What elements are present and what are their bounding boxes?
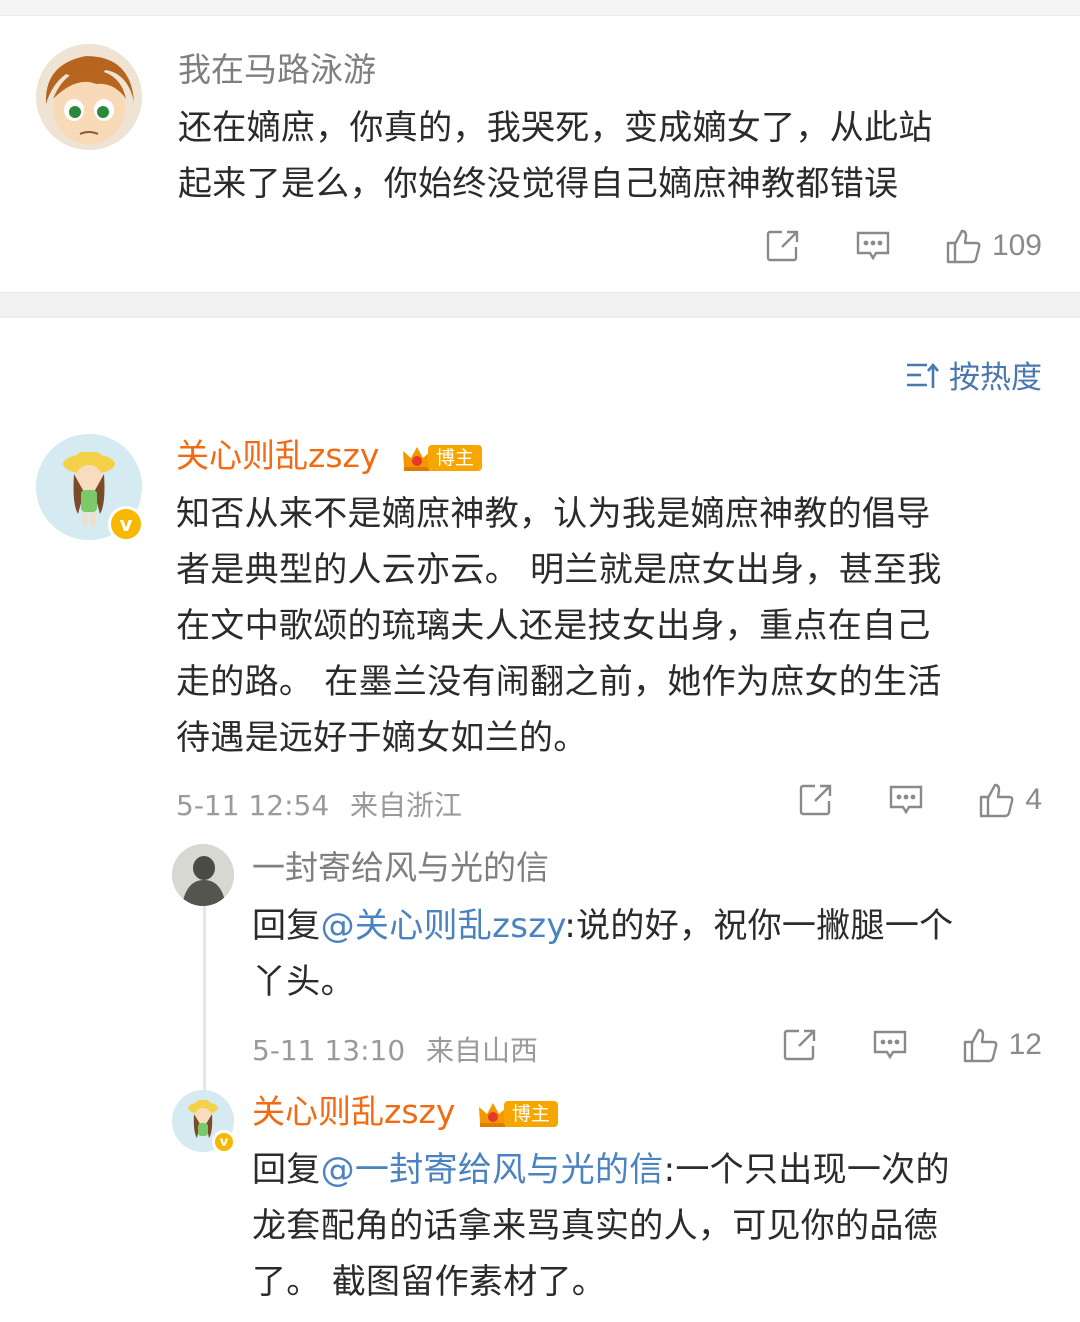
reply-time: 5-11 13:10 [252, 1034, 406, 1067]
reply-location: 来自山西 [426, 1034, 539, 1067]
repost-button[interactable] [764, 227, 802, 265]
thumbs-up-icon [980, 783, 1014, 818]
like-count: 12 [1008, 1028, 1042, 1061]
comment-username[interactable]: 我在马路泳游 [178, 48, 376, 92]
reply-prefix: 回复 [252, 1150, 321, 1190]
reply-avatar[interactable] [172, 844, 234, 906]
repost-icon [800, 784, 832, 816]
comment-text-line: 知否从来不是嫡庶神教，认为我是嫡庶神教的倡导 [176, 494, 931, 534]
top-divider [0, 0, 1080, 16]
comment-actions: 109 [712, 226, 1042, 266]
badge-label: 博主 [427, 444, 482, 471]
thumbs-up-icon [946, 229, 981, 264]
verified-icon: v [212, 1130, 236, 1154]
repost-button[interactable] [797, 781, 835, 819]
user-avatar[interactable] [36, 44, 142, 150]
reply-text-line: 回复@一封寄给风与光的信:一个只出现一次的 [252, 1142, 1052, 1198]
sort-label: 按热度 [949, 360, 1042, 396]
like-button[interactable]: 4 [977, 780, 1042, 820]
comment-meta: 5-11 12:54 来自浙江 [176, 784, 462, 824]
author-username-row: 关心则乱zszy 博主 [176, 434, 482, 478]
comment-text-line: 还在嫡庶，你真的，我哭死，变成嫡女了，从此站 [178, 108, 933, 148]
comment-time: 5-11 12:54 [176, 789, 330, 822]
comment-icon [856, 231, 890, 261]
reply-body: :说的好，祝你一撇腿一个 [564, 906, 954, 946]
reply-body: :一个只出现一次的 [663, 1150, 950, 1190]
comment-location: 来自浙江 [350, 789, 463, 822]
reply-text: 回复@关心则乱zszy:说的好，祝你一撇腿一个 丫头。 [252, 898, 1052, 1010]
repost-button[interactable] [781, 1026, 819, 1064]
reply-text-line: 了。 截图留作素材了。 [252, 1262, 607, 1302]
thumbs-up-icon [963, 1028, 998, 1063]
badge-label: 博主 [503, 1100, 558, 1127]
comment-text-line: 待遇是远好于嫡女如兰的。 [176, 718, 588, 758]
like-count: 4 [1025, 783, 1042, 816]
blogger-badge: 博主 [400, 443, 482, 473]
mention-link[interactable]: @关心则乱zszy [321, 906, 565, 946]
section-divider [0, 292, 1080, 318]
sort-toggle[interactable]: 按热度 [905, 352, 1042, 397]
like-button[interactable]: 109 [944, 226, 1042, 266]
reply-text-line: 龙套配角的话拿来骂真实的人，可见你的品德 [252, 1206, 938, 1246]
reply-username[interactable]: 关心则乱zszy [252, 1092, 455, 1131]
reply-username-row: 关心则乱zszy 博主 [252, 1090, 558, 1134]
reply-meta: 5-11 13:10 来自山西 [252, 1029, 538, 1069]
like-count: 109 [991, 229, 1042, 262]
repost-icon [766, 230, 799, 262]
repost-icon [783, 1029, 815, 1061]
blogger-badge: 博主 [476, 1099, 558, 1129]
thread-line [203, 905, 206, 1090]
reply-username[interactable]: 一封寄给风与光的信 [252, 846, 549, 890]
mention-link[interactable]: @一封寄给风与光的信 [321, 1150, 664, 1190]
comment-text-line: 起来了是么，你始终没觉得自己嫡庶神教都错误 [178, 164, 899, 204]
comment-text: 还在嫡庶，你真的，我哭死，变成嫡女了，从此站 起来了是么，你始终没觉得自己嫡庶神… [178, 100, 1058, 212]
comment-page: { "comment1": { "username": "我在马路泳游", "t… [0, 0, 1080, 1322]
comment-button[interactable] [871, 1026, 909, 1064]
comment-button[interactable] [854, 227, 892, 265]
reply-text-line: 丫头。 [252, 962, 355, 1002]
like-button[interactable]: 12 [961, 1025, 1042, 1065]
comment-text-line: 者是典型的人云亦云。 明兰就是庶女出身，甚至我 [176, 550, 942, 590]
comment-button[interactable] [887, 781, 925, 819]
reply-actions: 12 [729, 1025, 1042, 1065]
comment-icon [890, 785, 923, 815]
sort-icon [907, 362, 939, 388]
comment-actions: 4 [745, 780, 1042, 820]
reply-prefix: 回复 [252, 906, 321, 946]
reply-text: 回复@一封寄给风与光的信:一个只出现一次的 龙套配角的话拿来骂真实的人，可见你的… [252, 1142, 1052, 1310]
verified-icon: v [108, 506, 144, 542]
comment-icon [873, 1030, 906, 1060]
comment-text: 知否从来不是嫡庶神教，认为我是嫡庶神教的倡导 者是典型的人云亦云。 明兰就是庶女… [176, 486, 1056, 766]
author-username[interactable]: 关心则乱zszy [176, 436, 379, 475]
reply-text-line: 回复@关心则乱zszy:说的好，祝你一撇腿一个 [252, 898, 1052, 954]
comment-text-line: 在文中歌颂的琉璃夫人还是技女出身，重点在自己 [176, 606, 931, 646]
comment-text-line: 走的路。 在墨兰没有闹翻之前，她作为庶女的生活 [176, 662, 942, 702]
